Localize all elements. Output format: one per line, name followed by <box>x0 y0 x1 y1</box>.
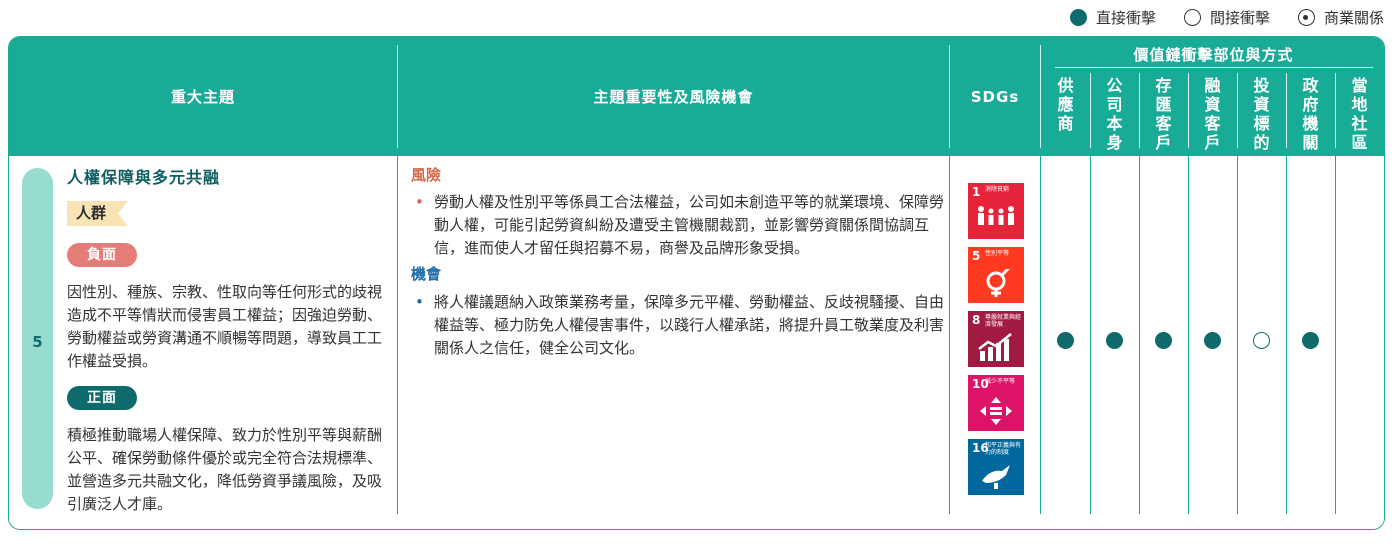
header-stakeholder: 融資客戶 <box>1204 76 1221 152</box>
header-divider <box>1090 73 1091 148</box>
sdg-10-tile: 10 減少不平等 <box>968 375 1024 431</box>
positive-badge: 正面 <box>67 386 137 410</box>
negative-badge: 負面 <box>67 243 137 267</box>
legend-indirect: 間接衝擊 <box>1183 7 1270 28</box>
header-stakeholder: 存匯客戶 <box>1155 76 1172 152</box>
legend-direct-label: 直接衝擊 <box>1095 9 1156 27</box>
sdg-label: 尊嚴就業與經濟發展 <box>985 314 1022 328</box>
filled-circle-icon <box>1069 9 1087 26</box>
row-divider <box>1139 156 1140 514</box>
sdg-16-tile: 16 和平正義與有力的制度 <box>968 439 1024 495</box>
topic-number: 5 <box>32 333 43 351</box>
header-divider <box>1286 73 1287 148</box>
direct-impact-icon <box>1057 332 1074 349</box>
row-divider <box>1090 156 1091 514</box>
ring-circle-icon <box>1297 9 1315 26</box>
header-subdivider <box>1055 67 1373 68</box>
table-header: 重大主題 主題重要性及風險機會 SDGs 價值鏈衝擊部位與方式 供應商 公司本身 存… <box>9 37 1384 156</box>
risk-title: 風險 <box>411 166 442 184</box>
legend-business: 商業關係 <box>1297 7 1384 28</box>
legend-direct: 直接衝擊 <box>1069 7 1156 28</box>
row-divider <box>1237 156 1238 514</box>
row-divider <box>1188 156 1189 514</box>
direct-impact-icon <box>1155 332 1172 349</box>
sdg-label: 和平正義與有力的制度 <box>985 442 1022 456</box>
sdg-8-tile: 8 尊嚴就業與經濟發展 <box>968 311 1024 367</box>
material-topic-table: 重大主題 主題重要性及風險機會 SDGs 價值鏈衝擊部位與方式 供應商 公司本身 存… <box>8 36 1385 530</box>
header-importance: 主題重要性及風險機會 <box>593 88 754 106</box>
negative-impact-text: 因性別、種族、宗教、性取向等任何形式的歧視造成不平等情狀而侵害員工權益；因強迫勞… <box>67 283 383 370</box>
sdg-5-tile: 5 性別平等 <box>968 247 1024 303</box>
direct-impact-icon <box>1106 332 1123 349</box>
row-divider <box>949 156 950 514</box>
bullet-icon: • <box>415 293 424 311</box>
header-sdgs: SDGs <box>970 87 1020 106</box>
header-topic: 重大主題 <box>170 88 235 106</box>
sdg-1-tile: 1 消除貧窮 <box>968 183 1024 239</box>
header-value-chain: 價值鏈衝擊部位與方式 <box>1133 45 1294 64</box>
opportunity-text: 將人權議題納入政策業務考量，保障多元平權、勞動權益、反歧視騷擾、自由權益等、極力… <box>434 293 945 357</box>
header-stakeholder: 政府機關 <box>1302 76 1319 152</box>
direct-impact-icon <box>1204 332 1221 349</box>
header-divider <box>1139 73 1140 148</box>
sdg-label: 性別平等 <box>985 250 1010 257</box>
header-stakeholder: 供應商 <box>1057 76 1074 133</box>
header-divider <box>1188 73 1189 148</box>
positive-impact-text: 積極推動職場人權保障、致力於性別平等與薪酬公平、確保勞動條件優於或完全符合法規標… <box>67 426 383 513</box>
row-divider <box>1335 156 1336 514</box>
header-divider <box>1237 73 1238 148</box>
sdg-label: 減少不平等 <box>985 378 1016 385</box>
sdg-label: 消除貧窮 <box>985 186 1010 193</box>
header-divider <box>1335 73 1336 148</box>
legend-indirect-label: 間接衝擊 <box>1209 9 1270 27</box>
hollow-circle-icon <box>1183 9 1201 26</box>
impact-legend: 直接衝擊 間接衝擊 商業關係 <box>1048 7 1384 28</box>
bullet-icon: • <box>415 193 424 211</box>
header-stakeholder: 當地社區 <box>1351 76 1368 152</box>
risk-text: 勞動人權及性別平等係員工合法權益，公司如未創造平等的就業環境、保障勞動人權，可能… <box>434 193 945 257</box>
indirect-impact-icon <box>1253 332 1270 349</box>
legend-business-label: 商業關係 <box>1323 9 1384 27</box>
row-divider <box>397 156 398 514</box>
group-tag: 人群 <box>67 201 128 226</box>
row-divider <box>1040 156 1041 514</box>
row-divider <box>1286 156 1287 514</box>
header-stakeholder: 公司本身 <box>1106 76 1123 152</box>
topic-number-badge: 5 <box>22 168 53 509</box>
direct-impact-icon <box>1302 332 1319 349</box>
topic-title: 人權保障與多元共融 <box>67 168 221 187</box>
table-row: 5 人權保障與多元共融 人群 負面 因性別、種族、宗教、性取向等任何形式的歧視造… <box>9 156 1384 529</box>
opportunity-title: 機會 <box>411 265 442 283</box>
header-stakeholder: 投資標的 <box>1253 76 1270 152</box>
